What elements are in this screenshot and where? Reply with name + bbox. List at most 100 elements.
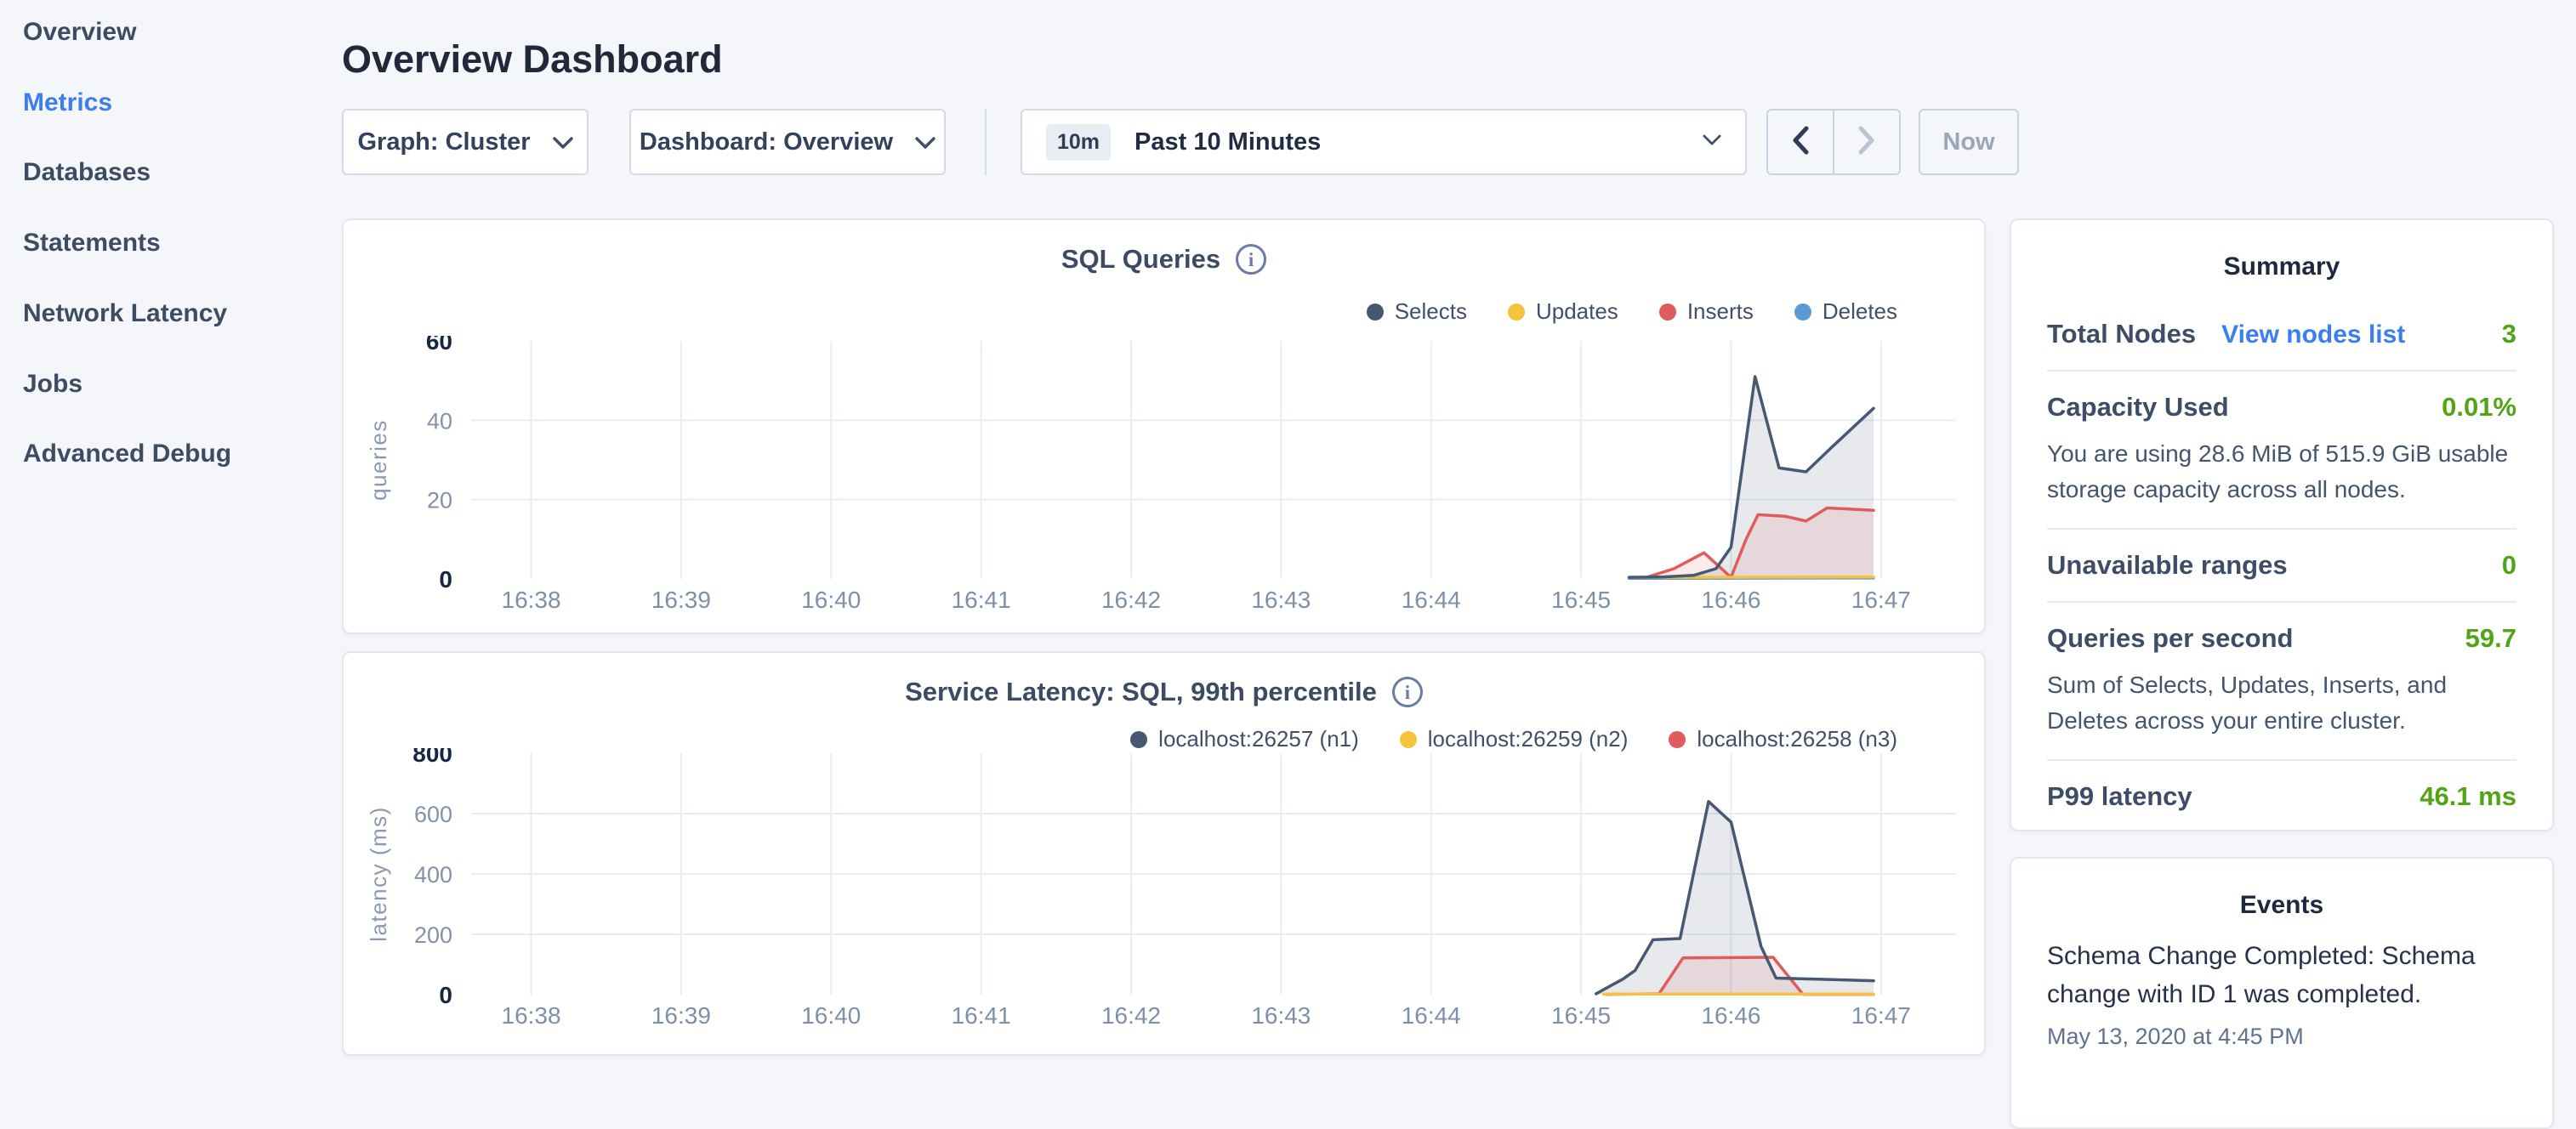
svg-text:queries: queries [366, 419, 391, 501]
svg-text:600: 600 [414, 802, 452, 827]
svg-text:16:42: 16:42 [1101, 587, 1161, 613]
legend-dot-icon [1508, 304, 1525, 321]
legend-dot-icon [1669, 731, 1686, 748]
unavailable-ranges-value: 0 [2502, 550, 2516, 581]
unavailable-ranges-label: Unavailable ranges [2047, 550, 2288, 581]
svg-text:16:41: 16:41 [952, 1002, 1011, 1029]
chevron-down-icon [1703, 134, 1721, 150]
legend-dot-icon [1130, 731, 1147, 748]
svg-text:20: 20 [427, 488, 452, 513]
svg-text:16:44: 16:44 [1402, 1002, 1461, 1029]
sidebar-item-jobs[interactable]: Jobs [23, 367, 82, 401]
capacity-used-section: Capacity Used 0.01% You are using 28.6 M… [2047, 372, 2516, 530]
svg-text:16:42: 16:42 [1101, 1002, 1161, 1029]
svg-text:40: 40 [427, 408, 452, 434]
p99-latency-section: P99 latency 46.1 ms [2047, 761, 2516, 831]
event-message[interactable]: Schema Change Completed: Schema change w… [2047, 937, 2516, 1013]
sidebar-item-databases[interactable]: Databases [23, 156, 151, 190]
graph-scope-dropdown[interactable]: Graph: Cluster [342, 109, 589, 175]
svg-text:16:38: 16:38 [502, 587, 561, 613]
sidebar-item-network-latency[interactable]: Network Latency [23, 297, 227, 331]
svg-text:16:38: 16:38 [502, 1002, 561, 1029]
dashboard-dropdown[interactable]: Dashboard: Overview [629, 109, 946, 175]
event-timestamp: May 13, 2020 at 4:45 PM [2047, 1024, 2516, 1050]
total-nodes-label: Total Nodes [2047, 319, 2196, 349]
info-icon[interactable]: i [1236, 244, 1266, 275]
info-icon[interactable]: i [1392, 677, 1423, 707]
summary-panel: Summary Total Nodes View nodes list 3 Ca… [2010, 218, 2554, 831]
unavailable-ranges-section: Unavailable ranges 0 [2047, 530, 2516, 603]
sidebar-item-statements[interactable]: Statements [23, 226, 161, 260]
chevron-down-icon [915, 128, 935, 156]
p99-latency-value: 46.1 ms [2420, 781, 2516, 812]
chart-title: Service Latency: SQL, 99th percentile [905, 677, 1377, 707]
legend-dot-icon [1794, 304, 1811, 321]
svg-text:16:46: 16:46 [1701, 587, 1760, 613]
controls-divider [985, 109, 987, 175]
svg-text:16:45: 16:45 [1551, 587, 1611, 613]
svg-text:16:47: 16:47 [1851, 1002, 1911, 1029]
svg-text:16:46: 16:46 [1701, 1002, 1760, 1029]
svg-text:16:43: 16:43 [1251, 587, 1311, 613]
now-button[interactable]: Now [1919, 109, 2019, 175]
legend-dot-icon [1400, 731, 1417, 748]
capacity-used-value: 0.01% [2442, 392, 2516, 423]
queries-per-second-section: Queries per second 59.7 Sum of Selects, … [2047, 603, 2516, 761]
next-time-button[interactable] [1833, 111, 1899, 173]
legend-item: Updates [1508, 298, 1618, 325]
summary-title: Summary [2047, 252, 2516, 281]
graph-scope-label: Graph: Cluster [357, 128, 530, 156]
events-panel: Events Schema Change Completed: Schema c… [2010, 857, 2554, 1129]
sql-queries-chart-card: SQL Queries i Selects Updates Inserts Delet… [342, 218, 1986, 634]
p99-latency-label: P99 latency [2047, 781, 2192, 812]
queries-per-second-description: Sum of Selects, Updates, Inserts, and De… [2047, 667, 2516, 739]
queries-per-second-label: Queries per second [2047, 623, 2293, 654]
svg-text:16:45: 16:45 [1551, 1002, 1611, 1029]
page-title: Overview Dashboard [342, 37, 723, 82]
capacity-used-description: You are using 28.6 MiB of 515.9 GiB usab… [2047, 436, 2516, 508]
svg-text:200: 200 [414, 922, 452, 948]
svg-text:16:40: 16:40 [801, 587, 861, 613]
svg-text:16:43: 16:43 [1251, 1002, 1311, 1029]
total-nodes-value: 3 [2502, 319, 2516, 349]
time-range-selector[interactable]: 10m Past 10 Minutes [1021, 109, 1747, 175]
service-latency-chart-card: Service Latency: SQL, 99th percentile i … [342, 651, 1986, 1056]
dashboard-label: Dashboard: Overview [640, 128, 893, 156]
legend-item: Selects [1367, 298, 1467, 325]
svg-text:16:41: 16:41 [952, 587, 1011, 613]
previous-time-button[interactable] [1768, 111, 1833, 173]
legend-dot-icon [1659, 304, 1676, 321]
chart-legend: Selects Updates Inserts Deletes [1367, 298, 1897, 325]
svg-text:60: 60 [426, 336, 452, 355]
legend-item: Deletes [1794, 298, 1897, 325]
queries-per-second-value: 59.7 [2465, 623, 2516, 654]
sidebar-item-advanced-debug[interactable]: Advanced Debug [23, 437, 231, 471]
overview-dashboard-page: { "header": { "title": "Overview Dashboa… [0, 0, 2576, 1051]
svg-text:16:39: 16:39 [651, 1002, 711, 1029]
svg-text:latency (ms): latency (ms) [366, 806, 391, 942]
sidebar-item-overview[interactable]: Overview [23, 15, 136, 49]
svg-text:16:39: 16:39 [651, 587, 711, 613]
events-title: Events [2047, 891, 2516, 920]
chevron-left-icon [1791, 126, 1810, 159]
svg-text:16:47: 16:47 [1851, 587, 1911, 613]
time-step-buttons [1766, 109, 1901, 175]
legend-item: Inserts [1659, 298, 1754, 325]
svg-text:16:44: 16:44 [1402, 587, 1461, 613]
chart-title: SQL Queries [1061, 244, 1220, 275]
view-nodes-list-link[interactable]: View nodes list [2221, 321, 2405, 349]
time-range-label: Past 10 Minutes [1134, 128, 1703, 156]
total-nodes-section: Total Nodes View nodes list 3 [2047, 298, 2516, 372]
sidebar-nav: Overview Metrics Databases Statements Networ… [0, 0, 340, 1051]
svg-text:0: 0 [439, 566, 452, 593]
time-range-badge: 10m [1046, 124, 1111, 161]
sidebar-item-metrics[interactable]: Metrics [23, 86, 112, 120]
svg-text:16:40: 16:40 [801, 1002, 861, 1029]
capacity-used-label: Capacity Used [2047, 392, 2229, 423]
svg-text:0: 0 [439, 982, 452, 1008]
legend-dot-icon [1367, 304, 1384, 321]
chevron-right-icon [1857, 126, 1876, 159]
chevron-down-icon [553, 128, 573, 156]
svg-text:400: 400 [414, 862, 452, 888]
svg-text:800: 800 [412, 748, 452, 767]
